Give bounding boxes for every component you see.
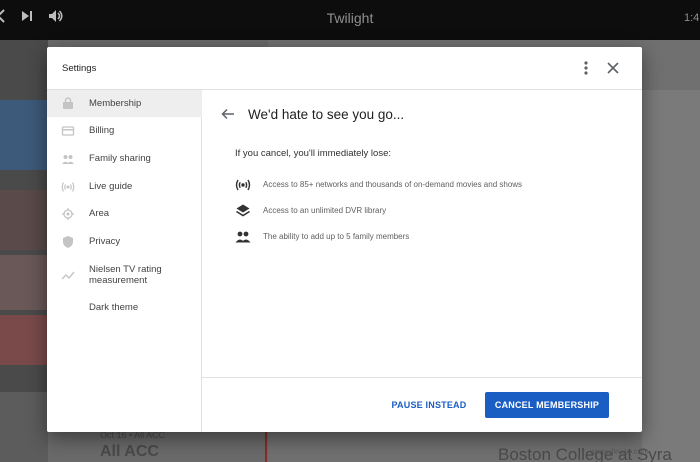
settings-sidebar: Membership Billing Family sharing Live g… [47,90,202,432]
sidebar-item-dark-theme[interactable]: Dark theme [47,296,202,321]
membership-icon [61,97,75,111]
thumbnail[interactable] [0,315,48,365]
dialog-title: Settings [62,63,97,74]
moon-icon [61,301,75,315]
video-title: Twilight [326,10,374,26]
sidebar-item-label: Privacy [89,236,121,247]
live-signal-icon [61,180,75,194]
library-layers-icon [235,203,251,219]
loss-item-text: Access to 85+ networks and thousands of … [263,180,523,189]
settings-dialog: Settings Membership Billing Family shari… [47,47,642,432]
divider [265,432,267,462]
sidebar-item-family-sharing[interactable]: Family sharing [47,147,202,172]
sidebar-item-nielsen[interactable]: Nielsen TV rating measurement [47,258,202,294]
sidebar-item-privacy[interactable]: Privacy [47,230,202,255]
credit-card-icon [61,124,75,138]
watermark: www.deuaq.com [590,447,649,456]
sidebar-item-label: Family sharing [89,153,151,164]
thumbnail[interactable] [0,100,48,170]
dialog-header: Settings [47,47,642,90]
player-top-bar: Twilight 1:4 [0,0,700,40]
sidebar-item-area[interactable]: Area [47,202,202,227]
back-arrow-icon[interactable] [220,106,236,122]
location-icon [61,207,75,221]
dialog-footer: PAUSE INSTEAD CANCEL MEMBERSHIP [202,377,642,432]
sidebar-item-membership[interactable]: Membership [47,90,202,117]
sidebar-item-label: Dark theme [89,302,139,313]
loss-intro-text: If you cancel, you'll immediately lose: [235,148,391,159]
membership-panel: We'd hate to see you go... If you cancel… [202,90,642,432]
side-strip [642,90,700,462]
time-display: 1:4 [684,12,700,24]
sidebar-item-label: Membership [89,98,142,109]
sidebar-item-label: Area [89,208,110,219]
pause-instead-button[interactable]: PAUSE INSTEAD [388,392,470,418]
sidebar-item-billing[interactable]: Billing [47,119,202,144]
sidebar-item-label: Live guide [89,181,133,192]
sidebar-item-live-guide[interactable]: Live guide [47,175,202,200]
sidebar-item-label: Nielsen TV rating measurement [89,264,162,286]
page-title: We'd hate to see you go... [248,107,405,122]
live-signal-icon [235,177,251,193]
thumbnail[interactable] [0,392,48,462]
thumbnail[interactable] [0,255,48,310]
more-vert-icon[interactable] [581,59,591,77]
sidebar-item-label: Billing [89,125,115,136]
close-icon[interactable] [605,60,621,76]
thumbnail-column [0,40,48,462]
shield-icon [61,235,75,249]
loss-item-text: The ability to add up to 5 family member… [263,232,410,241]
trending-icon [61,269,75,283]
cancel-membership-button[interactable]: CANCEL MEMBERSHIP [485,392,609,418]
people-icon [235,229,251,245]
thumbnail[interactable] [0,190,48,250]
people-icon [61,152,75,166]
item-title: All ACC [100,443,159,460]
loss-item-text: Access to an unlimited DVR library [263,206,387,215]
